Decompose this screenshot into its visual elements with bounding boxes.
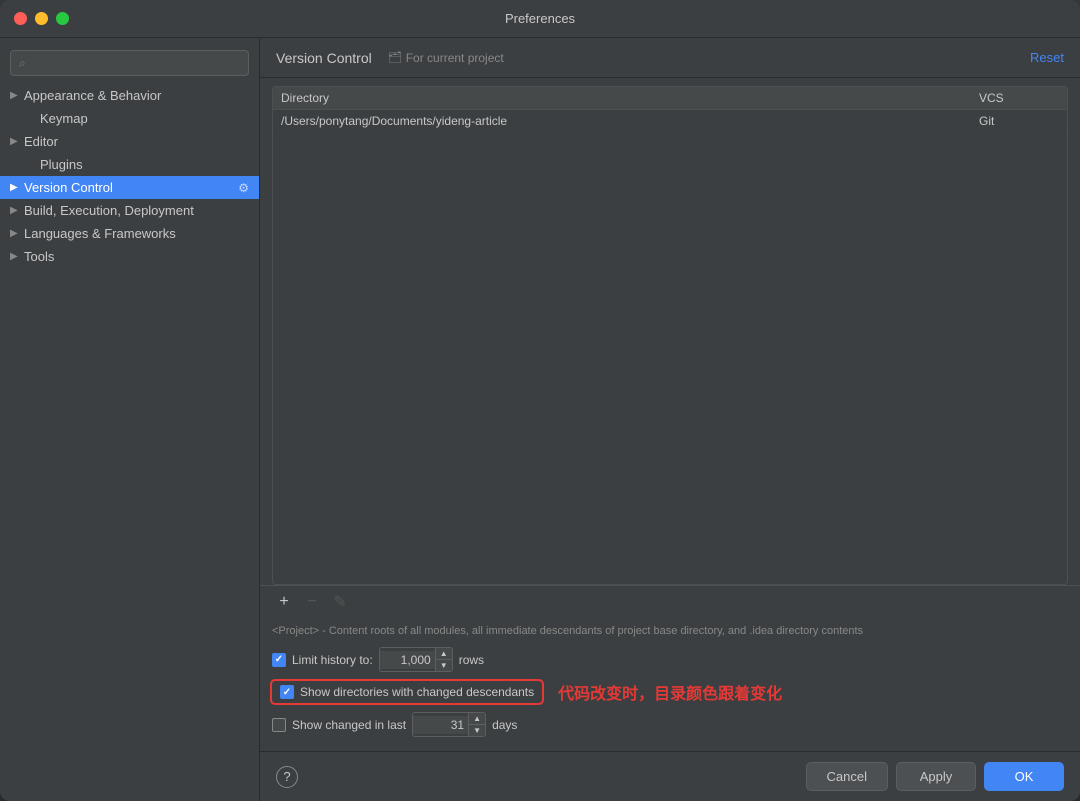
preferences-window: Preferences ⌕ ▶ Appearance & Behavior Ke… bbox=[0, 0, 1080, 801]
sidebar-item-tools[interactable]: ▶ Tools bbox=[0, 245, 259, 268]
add-button[interactable]: + bbox=[272, 590, 296, 614]
sidebar-item-keymap[interactable]: Keymap bbox=[0, 107, 259, 130]
table-header: Directory VCS bbox=[273, 87, 1067, 110]
limit-history-label: Limit history to: bbox=[292, 653, 373, 667]
expand-arrow-icon: ▶ bbox=[10, 182, 24, 193]
expand-arrow-icon: ▶ bbox=[10, 90, 24, 101]
rows-label: rows bbox=[459, 653, 484, 667]
action-buttons: Cancel Apply OK bbox=[806, 762, 1064, 791]
panel-title: Version Control bbox=[276, 50, 372, 66]
no-arrow bbox=[26, 159, 40, 170]
expand-arrow-icon: ▶ bbox=[10, 228, 24, 239]
table-row[interactable]: /Users/ponytang/Documents/yideng-article… bbox=[273, 110, 1067, 133]
sidebar-item-version-control[interactable]: ▶ Version Control ⚙ bbox=[0, 176, 259, 199]
minimize-button[interactable] bbox=[35, 12, 48, 25]
ok-button[interactable]: OK bbox=[984, 762, 1064, 791]
vcs-cell: Git bbox=[979, 114, 1059, 128]
cancel-button[interactable]: Cancel bbox=[806, 762, 888, 791]
project-icon: 🗂 bbox=[388, 51, 402, 64]
help-button[interactable]: ? bbox=[276, 766, 298, 788]
expand-arrow-icon: ▶ bbox=[10, 251, 24, 262]
apply-button[interactable]: Apply bbox=[896, 762, 976, 791]
reset-button[interactable]: Reset bbox=[1030, 50, 1064, 65]
show-changed-row: Show changed in last ▲ ▼ days bbox=[272, 712, 1068, 737]
show-directories-highlight: Show directories with changed descendant… bbox=[272, 681, 542, 703]
spin-down-button[interactable]: ▼ bbox=[469, 725, 485, 736]
sidebar-item-label: Appearance & Behavior bbox=[24, 88, 161, 103]
sidebar-item-label: Build, Execution, Deployment bbox=[24, 203, 194, 218]
limit-history-input-wrap: ▲ ▼ bbox=[379, 647, 453, 672]
spin-up-button[interactable]: ▲ bbox=[436, 648, 452, 659]
col-vcs-header: VCS bbox=[979, 91, 1059, 105]
sidebar: ⌕ ▶ Appearance & Behavior Keymap ▶ Edito… bbox=[0, 38, 260, 801]
limit-history-row: Limit history to: ▲ ▼ rows bbox=[272, 647, 1068, 672]
traffic-lights bbox=[14, 12, 69, 25]
panel-subtitle: 🗂 For current project bbox=[388, 51, 504, 65]
expand-arrow-icon: ▶ bbox=[10, 205, 24, 216]
window-title: Preferences bbox=[505, 11, 575, 26]
show-changed-spinner: ▲ ▼ bbox=[468, 713, 485, 736]
annotation-text: 代码改变时，目录颜色跟着变化 bbox=[558, 680, 782, 704]
panel-header: Version Control 🗂 For current project Re… bbox=[260, 38, 1080, 78]
spin-up-button[interactable]: ▲ bbox=[469, 713, 485, 724]
spin-down-button[interactable]: ▼ bbox=[436, 660, 452, 671]
show-directories-checkbox[interactable] bbox=[280, 685, 294, 699]
show-changed-input-wrap: ▲ ▼ bbox=[412, 712, 486, 737]
search-icon: ⌕ bbox=[19, 56, 26, 71]
expand-arrow-icon: ▶ bbox=[10, 136, 24, 147]
sidebar-item-plugins[interactable]: Plugins bbox=[0, 153, 259, 176]
edit-button[interactable]: ✎ bbox=[328, 590, 352, 614]
show-changed-label: Show changed in last bbox=[292, 718, 406, 732]
close-button[interactable] bbox=[14, 12, 27, 25]
show-directories-row: Show directories with changed descendant… bbox=[272, 680, 1068, 704]
project-hint: <Project> - Content roots of all modules… bbox=[272, 624, 1068, 639]
no-arrow bbox=[26, 113, 40, 124]
vcs-table: Directory VCS /Users/ponytang/Documents/… bbox=[272, 86, 1068, 585]
search-input[interactable] bbox=[30, 56, 240, 70]
main-content: ⌕ ▶ Appearance & Behavior Keymap ▶ Edito… bbox=[0, 38, 1080, 801]
table-body: /Users/ponytang/Documents/yideng-article… bbox=[273, 110, 1067, 584]
sidebar-item-label: Languages & Frameworks bbox=[24, 226, 176, 241]
show-directories-label: Show directories with changed descendant… bbox=[300, 685, 534, 699]
sidebar-item-appearance[interactable]: ▶ Appearance & Behavior bbox=[0, 84, 259, 107]
col-directory-header: Directory bbox=[281, 91, 979, 105]
sidebar-item-languages[interactable]: ▶ Languages & Frameworks bbox=[0, 222, 259, 245]
sidebar-item-editor[interactable]: ▶ Editor bbox=[0, 130, 259, 153]
directory-cell: /Users/ponytang/Documents/yideng-article bbox=[281, 114, 979, 128]
bottom-section: <Project> - Content roots of all modules… bbox=[260, 618, 1080, 751]
sidebar-item-label: Plugins bbox=[40, 157, 83, 172]
show-changed-checkbox[interactable] bbox=[272, 718, 286, 732]
sidebar-item-label: Editor bbox=[24, 134, 58, 149]
right-panel: Version Control 🗂 For current project Re… bbox=[260, 38, 1080, 801]
limit-history-checkbox[interactable] bbox=[272, 653, 286, 667]
sidebar-item-build[interactable]: ▶ Build, Execution, Deployment bbox=[0, 199, 259, 222]
search-box[interactable]: ⌕ bbox=[10, 50, 249, 76]
sidebar-item-label: Keymap bbox=[40, 111, 88, 126]
footer-bar: ? Cancel Apply OK bbox=[260, 751, 1080, 801]
remove-button[interactable]: − bbox=[300, 590, 324, 614]
table-toolbar: + − ✎ bbox=[260, 585, 1080, 618]
settings-icon: ⚙ bbox=[238, 181, 249, 195]
title-bar: Preferences bbox=[0, 0, 1080, 38]
limit-history-input[interactable] bbox=[380, 651, 435, 669]
days-label: days bbox=[492, 718, 517, 732]
sidebar-item-label: Tools bbox=[24, 249, 54, 264]
limit-history-spinner: ▲ ▼ bbox=[435, 648, 452, 671]
sidebar-item-label: Version Control bbox=[24, 180, 113, 195]
show-changed-input[interactable] bbox=[413, 716, 468, 734]
maximize-button[interactable] bbox=[56, 12, 69, 25]
